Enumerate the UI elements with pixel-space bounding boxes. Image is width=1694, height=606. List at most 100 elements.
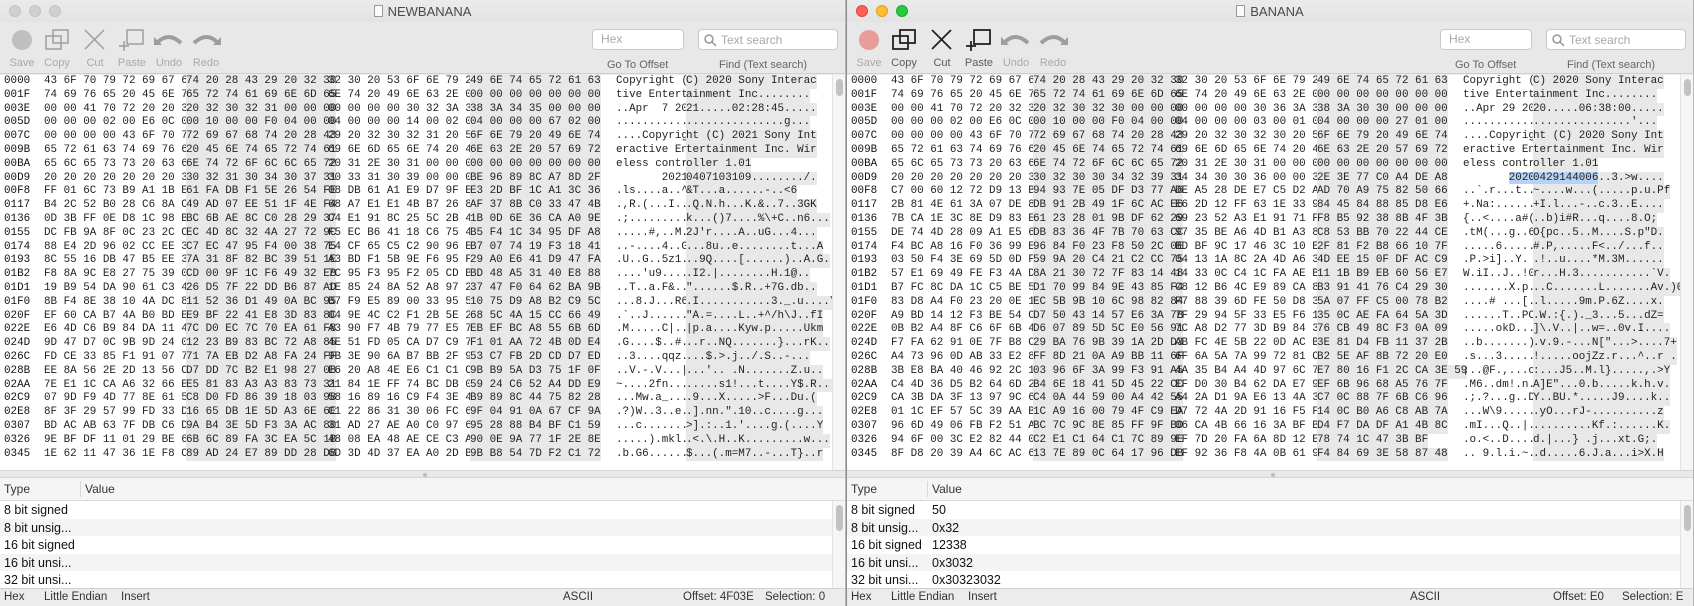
inspector-row[interactable]: 8 bit signed 50 xyxy=(847,501,1693,519)
status-endian[interactable]: Little Endian xyxy=(891,591,954,603)
inspector-row[interactable]: 16 bit unsi... 0x3032 xyxy=(847,553,1693,571)
inspector-row[interactable]: 8 bit signed xyxy=(0,501,845,519)
hex-row[interactable]: 020F A9 BD 14 12 F3 BE 54 C4 D7 50 43 14 5… xyxy=(847,309,1693,324)
hex-row[interactable]: 01B2 F8 8A 9C E8 27 75 39 01 CD 00 9F 1C F… xyxy=(0,268,845,282)
inspector-row[interactable]: 8 bit unsig... xyxy=(0,518,845,536)
inspector-row[interactable]: 16 bit signed xyxy=(0,536,845,554)
hex-row[interactable]: 00BA 65 6C 65 73 73 20 63 6F 6E 74 72 6F 6… xyxy=(847,157,1693,172)
hex-row[interactable]: 0174 F4 BC A8 16 F0 36 99 E7 96 84 F0 23 F… xyxy=(847,240,1693,255)
hex-view[interactable]: 0000 43 6F 70 79 72 69 67 68 74 20 28 43 2… xyxy=(847,75,1693,470)
hex-row[interactable]: 0117 B4 2C 52 B0 28 C6 8A C1 49 AD 07 EE 5… xyxy=(0,199,845,213)
hex-row[interactable]: 0326 9E BF DF 11 01 29 BE 6D 6B 6C 89 FA 3… xyxy=(0,433,845,448)
inspector-scrollbar[interactable] xyxy=(1680,501,1693,588)
inspector-scroll-thumb[interactable] xyxy=(836,505,843,531)
type-column-header[interactable]: Type xyxy=(4,482,30,496)
hex-row[interactable]: 003E 00 00 41 70 72 20 20 37 20 32 30 32 3… xyxy=(0,102,845,117)
hex-row[interactable]: 0345 1E 62 11 47 36 1E F8 C5 89 AD 24 E7 8… xyxy=(0,447,845,462)
hex-row[interactable]: 01F0 83 D8 A4 F0 23 20 0E 1F EC 5B 9B 10 6… xyxy=(847,295,1693,310)
hex-offset-input[interactable]: Hex xyxy=(1440,29,1532,50)
hex-row[interactable]: 024D F7 FA 62 91 0E 7F B8 C3 29 BA 76 9B 3… xyxy=(847,337,1693,351)
redo-button[interactable]: Redo xyxy=(1031,26,1075,69)
hex-row[interactable]: 0136 0D 3B FF 0E D8 1C 98 BD BC 6B AE 8C C… xyxy=(0,212,845,227)
hex-row[interactable]: 024D 9D 47 D7 0C 9B 9D 24 0A 12 23 B9 83 B… xyxy=(0,337,845,351)
status-mode[interactable]: Hex xyxy=(4,591,24,603)
hex-row[interactable]: 0307 BD AC AB 63 7F DB C6 DB 9A B4 3E 5D F… xyxy=(0,419,845,434)
hex-row[interactable]: 007C 00 00 00 00 43 6F 70 79 72 69 67 68 7… xyxy=(0,130,845,144)
hex-row[interactable]: 01B2 57 E1 69 49 FE F3 4A DB 8A 21 30 72 7… xyxy=(847,268,1693,282)
hex-row[interactable]: 01F0 8B F4 8E 38 10 4A DC 84 11 52 36 D1 4… xyxy=(0,295,845,310)
scroll-thumb[interactable] xyxy=(1684,79,1691,96)
type-column-header[interactable]: Type xyxy=(851,482,877,496)
hex-row[interactable]: 003E 00 00 41 70 72 20 32 39 20 32 30 32 3… xyxy=(847,102,1693,117)
hex-row[interactable]: 009B 65 72 61 63 74 69 76 65 20 45 6E 74 6… xyxy=(0,143,845,158)
hex-row[interactable]: 0136 7B CA 1E 3C 8E D9 83 E1 61 23 28 01 9… xyxy=(847,212,1693,227)
hex-row[interactable]: 026C A4 73 96 0D AB 33 E2 8D FF 8D 21 0A A… xyxy=(847,350,1693,365)
status-insert[interactable]: Insert xyxy=(968,591,997,603)
hex-row[interactable]: 0000 43 6F 70 79 72 69 67 68 74 20 28 43 2… xyxy=(847,75,1693,89)
hex-row[interactable]: 0155 DC FB 9A 8F 0C 23 2C C7 EC 4D 8C 32 4… xyxy=(0,226,845,241)
hex-row[interactable]: 02E8 8F 3F 29 57 99 FD 33 DD 16 65 DB 1E 5… xyxy=(0,406,845,420)
text-search-input[interactable]: Text search xyxy=(698,29,838,50)
hex-scrollbar[interactable] xyxy=(1680,75,1693,470)
hex-row[interactable]: 02E8 01 1C EF 57 5C 39 AA BD 1C A9 16 00 7… xyxy=(847,406,1693,420)
hex-row[interactable]: 0193 8C 55 16 DB 47 B5 EE 35 7A 31 8F 82 B… xyxy=(0,254,845,269)
splitter-handle[interactable] xyxy=(423,473,427,477)
splitter-handle[interactable] xyxy=(1270,473,1275,477)
redo-button[interactable]: Redo xyxy=(184,26,228,69)
hex-row[interactable]: 02AA 7E E1 1C CA A6 32 66 EE E5 81 83 A3 A… xyxy=(0,378,845,393)
hex-offset-input[interactable]: Hex xyxy=(592,29,684,50)
hex-row[interactable]: 005D 00 00 00 02 00 E6 0C 00 00 10 00 00 F… xyxy=(0,116,845,131)
hex-row[interactable]: 00F8 C7 00 60 12 72 D9 13 B7 94 93 7E 05 D… xyxy=(847,185,1693,200)
hex-row[interactable]: 022E E6 4D C6 B9 84 DA 11 43 7C D0 EC 7C 7… xyxy=(0,323,845,338)
status-insert[interactable]: Insert xyxy=(121,591,150,603)
hex-view[interactable]: 0000 43 6F 70 79 72 69 67 68 74 20 28 43 2… xyxy=(0,75,845,470)
hex-row[interactable]: 001F 74 69 76 65 20 45 6E 74 65 72 74 61 6… xyxy=(847,88,1693,103)
status-mode[interactable]: Hex xyxy=(851,591,871,603)
hex-row[interactable]: 0326 94 6F 00 3C E2 82 44 03 C2 E1 C1 64 C… xyxy=(847,433,1693,448)
status-encoding[interactable]: ASCII xyxy=(563,591,593,603)
status-encoding[interactable]: ASCII xyxy=(1410,591,1440,603)
pane-splitter[interactable] xyxy=(847,470,1693,478)
status-endian[interactable]: Little Endian xyxy=(44,591,107,603)
hex-row[interactable]: 00BA 65 6C 65 73 73 20 63 6F 6E 74 72 6F 6… xyxy=(0,157,845,172)
hex-row[interactable]: 0117 2B 81 4E 61 3A 07 DE 85 DB 91 2B 49 1… xyxy=(847,199,1693,213)
hex-row[interactable]: 02C9 07 9D F9 4D 77 8E 61 5F C8 D0 FD 86 3… xyxy=(0,392,845,407)
hex-row[interactable]: 0193 03 50 F4 3E 69 5D 0D FD 59 9A 20 C4 2… xyxy=(847,254,1693,269)
scroll-thumb[interactable] xyxy=(836,79,843,96)
hex-row[interactable]: 00D9 20 20 20 20 20 20 20 32 30 32 30 30 3… xyxy=(847,171,1693,186)
hex-row[interactable]: 022E 0B B2 A4 8F C6 6F 6B 44 D6 07 89 5D 5… xyxy=(847,323,1693,338)
hex-row[interactable]: 02C9 CA 3B DA 3F 13 97 9C 67 C4 0A 44 59 0… xyxy=(847,392,1693,407)
hex-row[interactable]: 028B 3B E8 BA 40 46 92 2C 14 03 96 6F 3A 9… xyxy=(847,364,1693,379)
hex-row[interactable]: 026C FD CE 33 85 F1 91 07 71 71 7A EB D2 A… xyxy=(0,350,845,365)
inspector-row[interactable]: 16 bit unsi... xyxy=(0,553,845,571)
hex-row[interactable]: 0345 8F D8 20 39 A4 6C AC 69 13 7E 89 0C 6… xyxy=(847,447,1693,462)
hex-row[interactable]: 01D1 19 B9 54 DA 90 61 C3 46 26 D5 7F 22 D… xyxy=(0,281,845,296)
hex-scrollbar[interactable] xyxy=(832,75,845,470)
hex-row[interactable]: 020F EF 60 CA B7 4A B0 BD E7 E9 BF 22 41 E… xyxy=(0,309,845,324)
title-bar[interactable]: NEWBANANA xyxy=(0,0,845,22)
inspector-row[interactable]: 16 bit signed 12338 xyxy=(847,536,1693,554)
inspector-row[interactable]: 32 bit unsi... xyxy=(0,571,845,588)
inspector-row[interactable]: 8 bit unsig... 0x32 xyxy=(847,518,1693,536)
hex-row[interactable]: 0307 96 6D 49 06 FB F2 51 A4 BC 7C 9C 8E 8… xyxy=(847,419,1693,434)
hex-row[interactable]: 005D 00 00 00 02 00 E6 0C 00 00 10 00 00 F… xyxy=(847,116,1693,131)
hex-row[interactable]: 02AA C4 4D 36 D5 B2 64 6D 21 B4 6E 18 41 5… xyxy=(847,378,1693,393)
hex-row[interactable]: 009B 65 72 61 63 74 69 76 65 20 45 6E 74 6… xyxy=(847,143,1693,158)
hex-row[interactable]: 007C 00 00 00 00 43 6F 70 79 72 69 67 68 7… xyxy=(847,130,1693,144)
inspector-scroll-thumb[interactable] xyxy=(1684,505,1691,531)
hex-row[interactable]: 0155 DE 74 4D 28 09 A1 E5 67 DB 83 36 4F 7… xyxy=(847,226,1693,241)
inspector-row[interactable]: 32 bit unsi... 0x30323032 xyxy=(847,571,1693,588)
title-bar[interactable]: BANANA xyxy=(847,0,1693,22)
hex-row[interactable]: 0000 43 6F 70 79 72 69 67 68 74 20 28 43 2… xyxy=(0,75,845,89)
hex-row[interactable]: 00D9 20 20 20 20 20 20 20 32 30 32 31 30 3… xyxy=(0,171,845,186)
hex-row[interactable]: 001F 74 69 76 65 20 45 6E 74 65 72 74 61 6… xyxy=(0,88,845,103)
hex-row[interactable]: 0174 88 E4 2D 96 02 CC EE 34 C7 EC 47 95 F… xyxy=(0,240,845,255)
text-search-input[interactable]: Text search xyxy=(1546,29,1686,50)
inspector-scrollbar[interactable] xyxy=(832,501,845,588)
value-column-header[interactable]: Value xyxy=(932,482,962,496)
hex-row[interactable]: 01D1 B7 FC 8C DA 1C C5 BE 58 D1 70 99 84 9… xyxy=(847,281,1693,296)
value-column-header[interactable]: Value xyxy=(85,482,115,496)
pane-splitter[interactable] xyxy=(0,470,845,478)
hex-row[interactable]: 00F8 FF 01 6C 73 B9 A1 1B E8 61 FA DB F1 5… xyxy=(0,185,845,200)
hex-row[interactable]: 028B EE 8A 56 2E 2D 13 56 C2 D7 DD 7C B2 E… xyxy=(0,364,845,379)
